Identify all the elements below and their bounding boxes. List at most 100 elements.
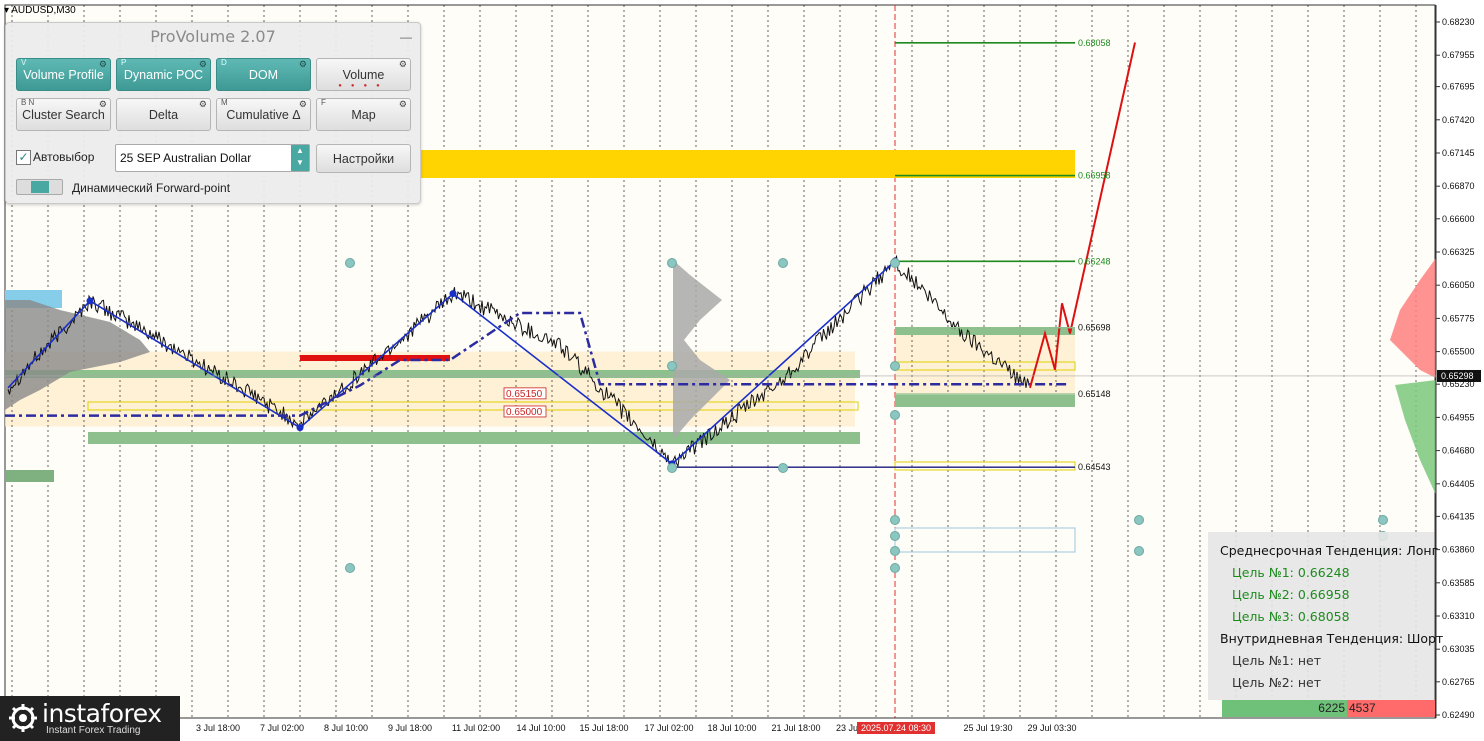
target-1: Цель №1: 0.66248: [1232, 565, 1350, 580]
hotkey-label: P: [121, 58, 127, 67]
time-highlight-label: 2025.07.24 08:30: [861, 723, 931, 733]
hotkey-label: V: [21, 58, 27, 67]
sell-volume: 4537: [1347, 700, 1435, 717]
toggle-knob: [31, 181, 49, 193]
target-level-label: 0.65148: [1078, 389, 1111, 399]
cumulative-delta-button[interactable]: M ⚙ Cumulative Δ: [216, 98, 311, 131]
intraday-target-1: Цель №1: нет: [1232, 653, 1322, 668]
green-zone: [895, 395, 1075, 407]
price-tick-label: 0.68230: [1442, 17, 1475, 27]
time-tick-label: 17 Jul 02:00: [644, 723, 693, 733]
target-2: Цель №2: 0.66958: [1232, 587, 1350, 602]
instrument-select[interactable]: 25 SEP Australian Dollar ▲ ▼: [115, 144, 310, 172]
button-label: Cluster Search: [22, 108, 105, 122]
zigzag-node: [449, 290, 457, 298]
anchor-point: [890, 563, 900, 573]
price-tick-label: 0.63860: [1442, 545, 1475, 555]
instrument-value: 25 SEP Australian Dollar: [120, 151, 252, 165]
map-button[interactable]: F ⚙ Map: [316, 98, 411, 131]
green-zone: [88, 432, 860, 444]
price-tick-label: 0.66050: [1442, 280, 1475, 290]
instaforex-logo: instaforex Instant Forex Trading: [0, 696, 180, 741]
symbol-text: AUDUSD,M30: [11, 5, 76, 16]
price-tick-label: 0.66600: [1442, 214, 1475, 224]
anchor-point: [667, 258, 677, 268]
time-tick-label: 14 Jul 10:00: [516, 723, 565, 733]
target-level-label: 0.66958: [1078, 171, 1111, 181]
volume-profile-button[interactable]: V ⚙ Volume Profile: [16, 58, 111, 91]
symbol-label: ▾ AUDUSD,M30: [4, 5, 76, 16]
dom-button[interactable]: D ⚙ DOM: [216, 58, 311, 91]
gear-icon[interactable]: ⚙: [99, 99, 107, 109]
settings-button[interactable]: Настройки: [316, 144, 411, 173]
time-tick-label: 23 Jul: [836, 723, 860, 733]
gear-icon[interactable]: ⚙: [99, 59, 107, 69]
green-zone: [5, 470, 54, 482]
time-tick-label: 25 Jul 19:30: [963, 723, 1012, 733]
anchor-point: [890, 258, 900, 268]
price-tick-label: 0.67955: [1442, 50, 1475, 60]
price-tick-label: 0.64955: [1442, 412, 1475, 422]
button-label: Dynamic POC: [123, 68, 204, 82]
anchor-point: [778, 463, 788, 473]
gear-icon[interactable]: ⚙: [299, 59, 307, 69]
forward-point-toggle[interactable]: [16, 179, 63, 195]
price-tick-label: 0.65500: [1442, 347, 1475, 357]
gear-icon[interactable]: ⚙: [299, 99, 307, 109]
logo-name: instaforex: [42, 699, 162, 728]
dynamic-poc-button[interactable]: P ⚙ Dynamic POC: [116, 58, 211, 91]
price-tick-label: 0.63585: [1442, 578, 1475, 588]
button-label: Cumulative Δ: [226, 108, 301, 122]
logo-tagline: Instant Forex Trading: [46, 725, 141, 736]
volume-button[interactable]: ⚙ Volume ●●●●: [316, 58, 411, 91]
auto-select-checkbox[interactable]: ✓: [16, 150, 31, 165]
gear-icon[interactable]: ⚙: [399, 99, 407, 109]
time-tick-label: 7 Jul 02:00: [260, 723, 304, 733]
price-tick-label: 0.64680: [1442, 446, 1475, 456]
hotkey-label: M: [221, 98, 228, 107]
minimize-icon[interactable]: —: [400, 31, 412, 43]
time-tick-label: 21 Jul 18:00: [771, 723, 820, 733]
delta-button[interactable]: ⚙ Delta: [116, 98, 211, 131]
anchor-point: [345, 563, 355, 573]
forward-point-label: Динамический Forward-point: [72, 181, 231, 195]
hotkey-label: B N: [21, 98, 35, 107]
spinner-icon[interactable]: ▲ ▼: [291, 145, 309, 171]
button-label: Volume: [342, 68, 385, 82]
anchor-point: [890, 410, 900, 420]
button-label: Map: [351, 108, 376, 122]
anchor-point: [1134, 546, 1144, 556]
current-price-label: 0.65298: [1441, 371, 1474, 381]
price-tick-label: 0.67145: [1442, 148, 1475, 158]
price-tick-label: 0.63035: [1442, 644, 1475, 654]
button-label: DOM: [248, 68, 279, 82]
target-3: Цель №3: 0.68058: [1232, 609, 1350, 624]
target-level-label: 0.66248: [1078, 256, 1111, 266]
anchor-point: [667, 361, 677, 371]
button-label: Настройки: [332, 152, 395, 166]
anchor-point: [778, 258, 788, 268]
price-tick-label: 0.62490: [1442, 710, 1475, 720]
price-tick-label: 0.66325: [1442, 247, 1475, 257]
medium-trend-label: Среднесрочная Тенденция: Лонг: [1220, 543, 1439, 558]
intraday-target-2: Цель №2: нет: [1232, 675, 1322, 690]
cluster-search-button[interactable]: B N ⚙ Cluster Search: [16, 98, 111, 131]
gear-icon[interactable]: ⚙: [199, 59, 207, 69]
logo-icon: [9, 704, 37, 732]
gear-icon[interactable]: ⚙: [199, 99, 207, 109]
time-tick-label: 18 Jul 10:00: [707, 723, 756, 733]
gear-icon[interactable]: ⚙: [399, 59, 407, 69]
price-tick-label: 0.62765: [1442, 677, 1475, 687]
buy-volume: 6225: [1222, 700, 1347, 717]
price-marker-label: 0.65000: [506, 407, 543, 418]
anchor-point: [1378, 515, 1388, 525]
anchor-point: [890, 361, 900, 371]
trend-info-box: Среднесрочная Тенденция: Лонг Цель №1: 0…: [1208, 532, 1443, 700]
hotkey-label: F: [321, 98, 326, 107]
target-level-label: 0.68058: [1078, 38, 1111, 48]
panel-title: ProVolume 2.07: [150, 27, 276, 46]
hotkey-label: D: [221, 58, 227, 67]
gold-zone: [420, 150, 1075, 178]
target-level-label: 0.65698: [1078, 323, 1111, 333]
button-label: Volume Profile: [23, 68, 104, 82]
